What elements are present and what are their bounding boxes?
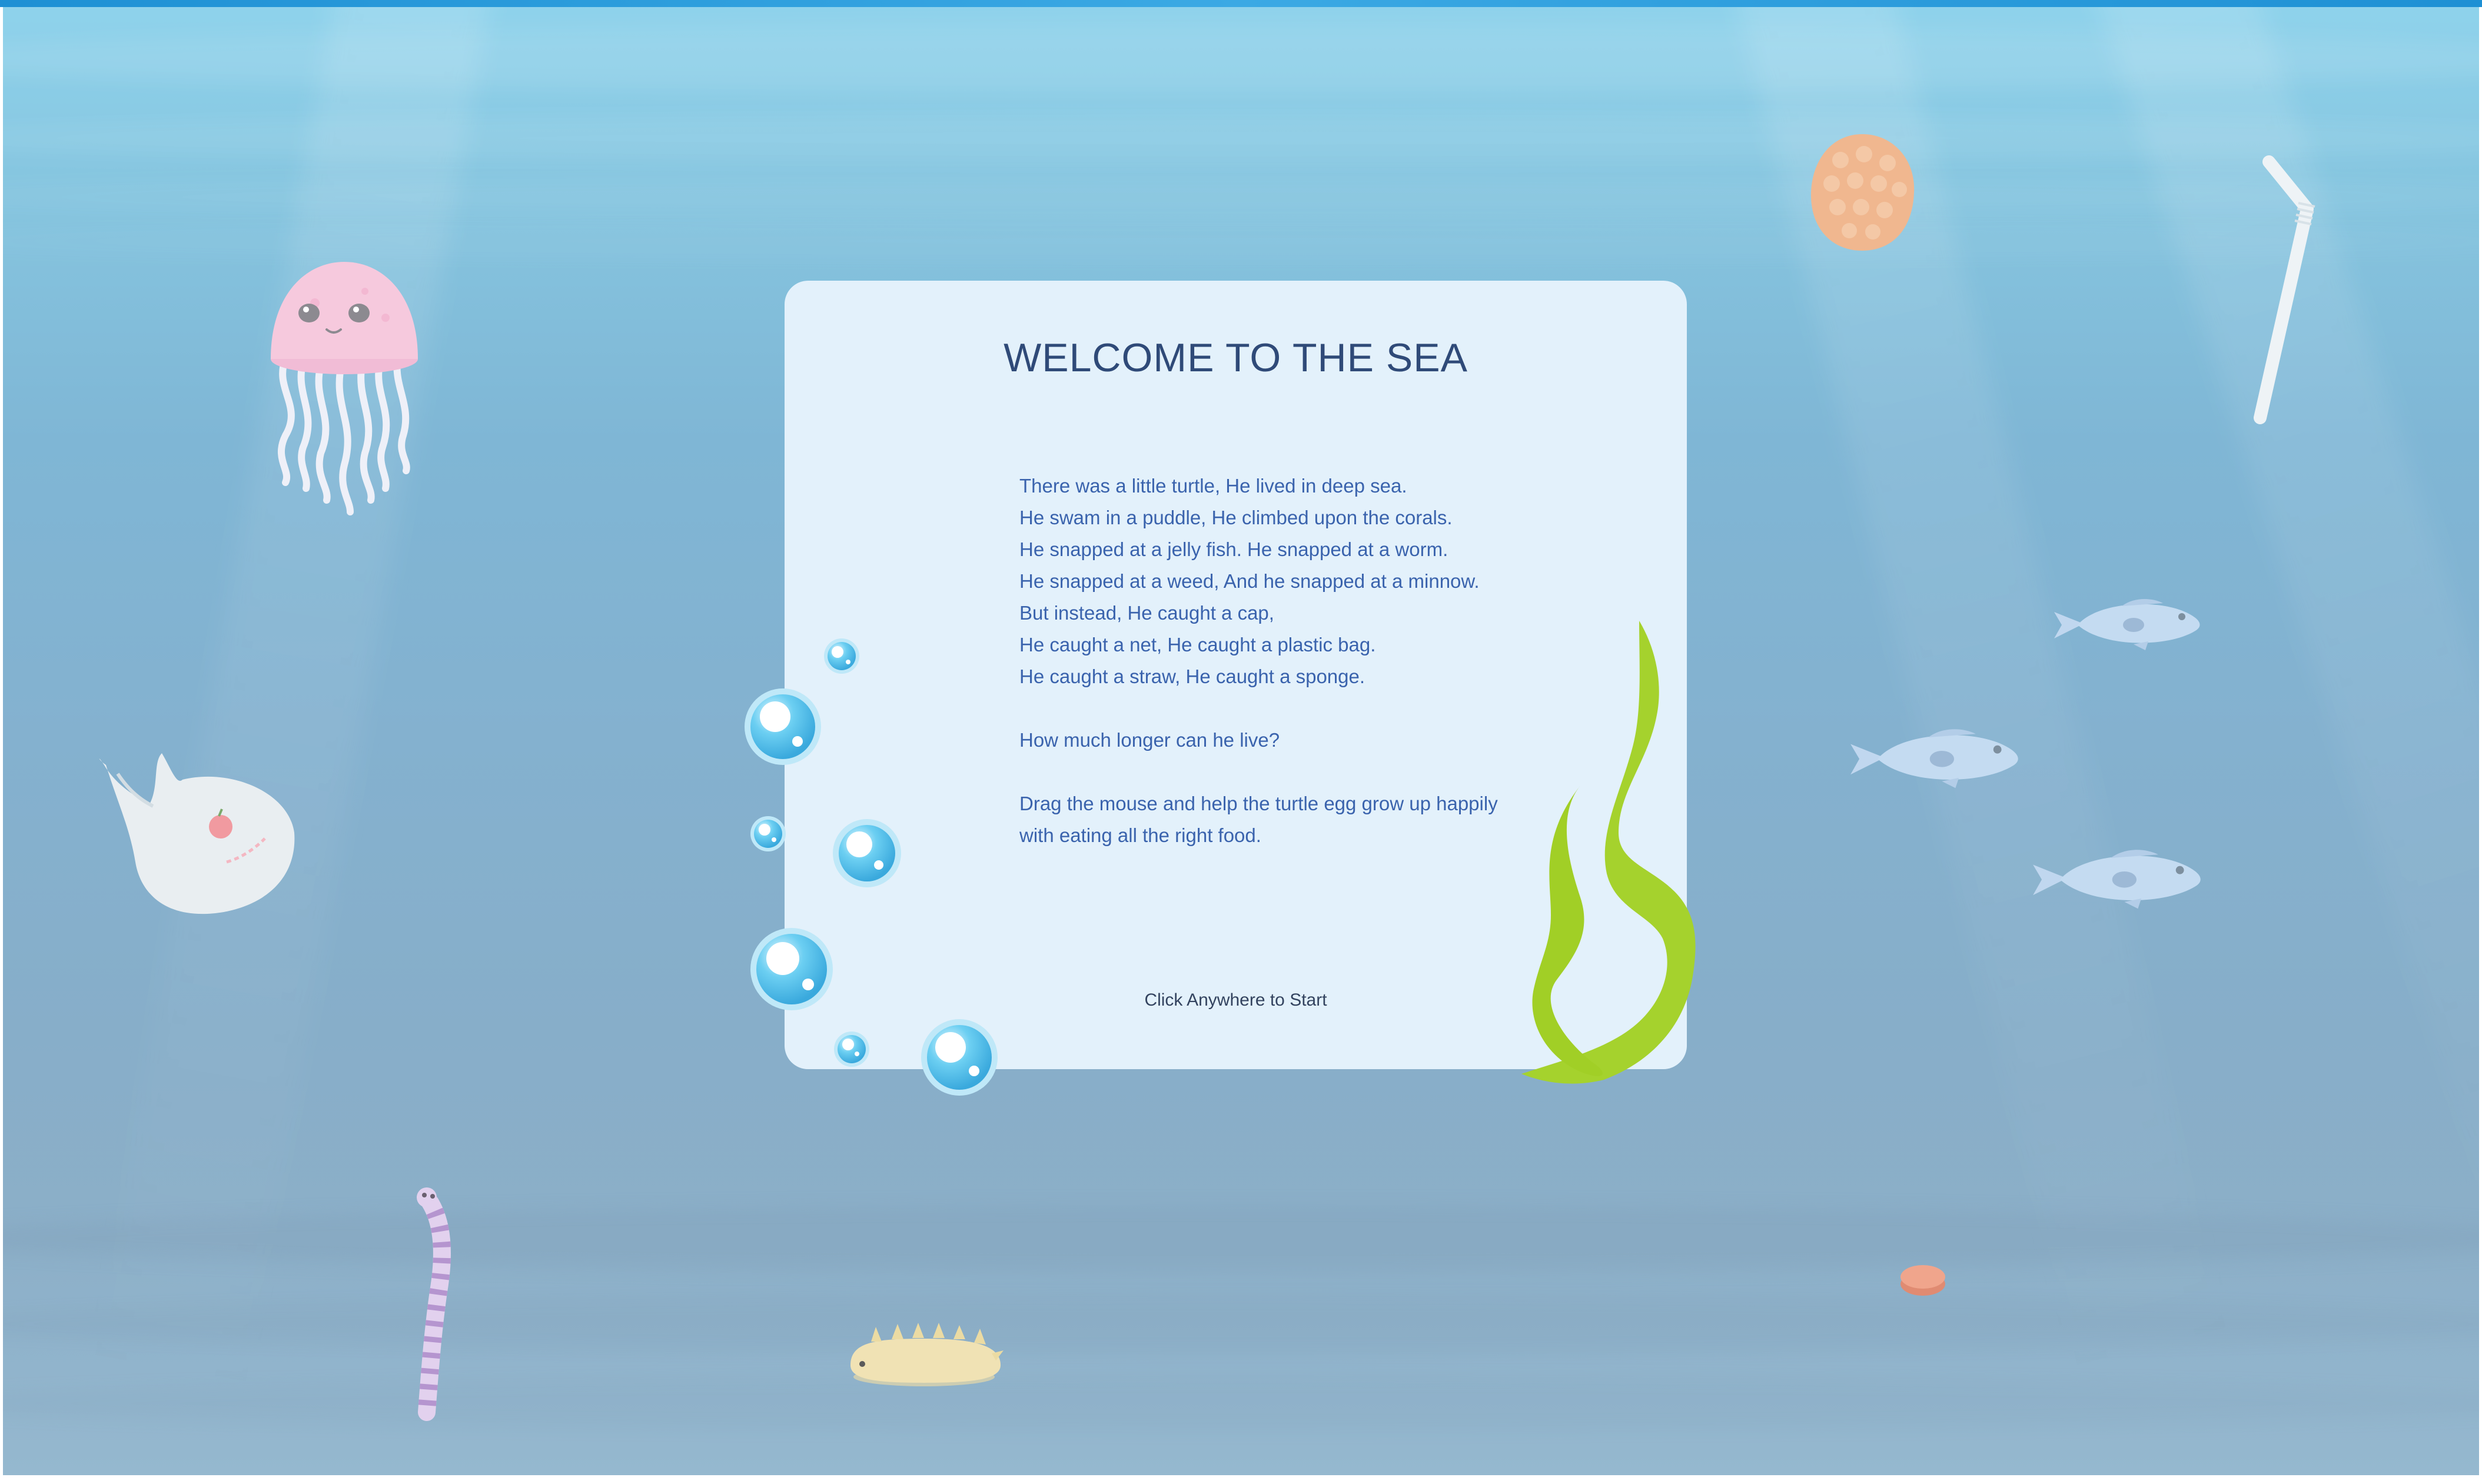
fish-icon[interactable] — [2051, 594, 2201, 653]
seabed-wave — [3, 1295, 2479, 1353]
jellyfish-icon[interactable] — [262, 259, 427, 518]
game-scene[interactable]: WELCOME TO THE SEA There was a little tu… — [3, 0, 2479, 1475]
bottle-cap-icon[interactable] — [1898, 1260, 1948, 1299]
water-caustic — [3, 224, 2479, 259]
intro-story: There was a little turtle, He lived in d… — [1019, 470, 1498, 851]
instruction-line: Drag the mouse and help the turtle egg g… — [1019, 793, 1498, 814]
story-gap — [1019, 756, 1498, 788]
story-line: He caught a straw, He caught a sponge. — [1019, 666, 1365, 687]
sea-slug-icon[interactable] — [842, 1318, 1006, 1389]
story-gap — [1019, 693, 1498, 724]
top-bar — [0, 0, 2482, 7]
story-line: He caught a net, He caught a plastic bag… — [1019, 634, 1376, 656]
sponge-icon[interactable] — [1805, 131, 1920, 254]
story-line: He snapped at a weed, And he snapped at … — [1019, 570, 1480, 592]
water-caustic — [3, 24, 2479, 94]
plastic-bag-icon[interactable] — [94, 744, 300, 918]
story-line: But instead, He caught a cap, — [1019, 602, 1274, 624]
bubbles-icon[interactable] — [739, 633, 1004, 1103]
story-question: How much longer can he live? — [1019, 729, 1280, 751]
seabed-wave — [3, 1206, 2479, 1271]
fish-icon[interactable] — [2025, 844, 2207, 912]
story-line: He swam in a puddle, He climbed upon the… — [1019, 507, 1453, 528]
seaweed-icon[interactable] — [1516, 615, 1745, 1121]
sea-worm-icon[interactable] — [403, 1186, 459, 1421]
story-line: There was a little turtle, He lived in d… — [1019, 475, 1407, 497]
water-caustic — [3, 112, 2479, 165]
fish-icon[interactable] — [1842, 724, 2025, 791]
story-line: He snapped at a jelly fish. He snapped a… — [1019, 538, 1448, 560]
seabed-wave — [3, 1377, 2479, 1430]
drinking-straw-icon[interactable] — [2216, 150, 2322, 427]
intro-title: WELCOME TO THE SEA — [1004, 335, 1468, 380]
water-caustic — [3, 177, 2479, 218]
instruction-line: with eating all the right food. — [1019, 824, 1261, 846]
